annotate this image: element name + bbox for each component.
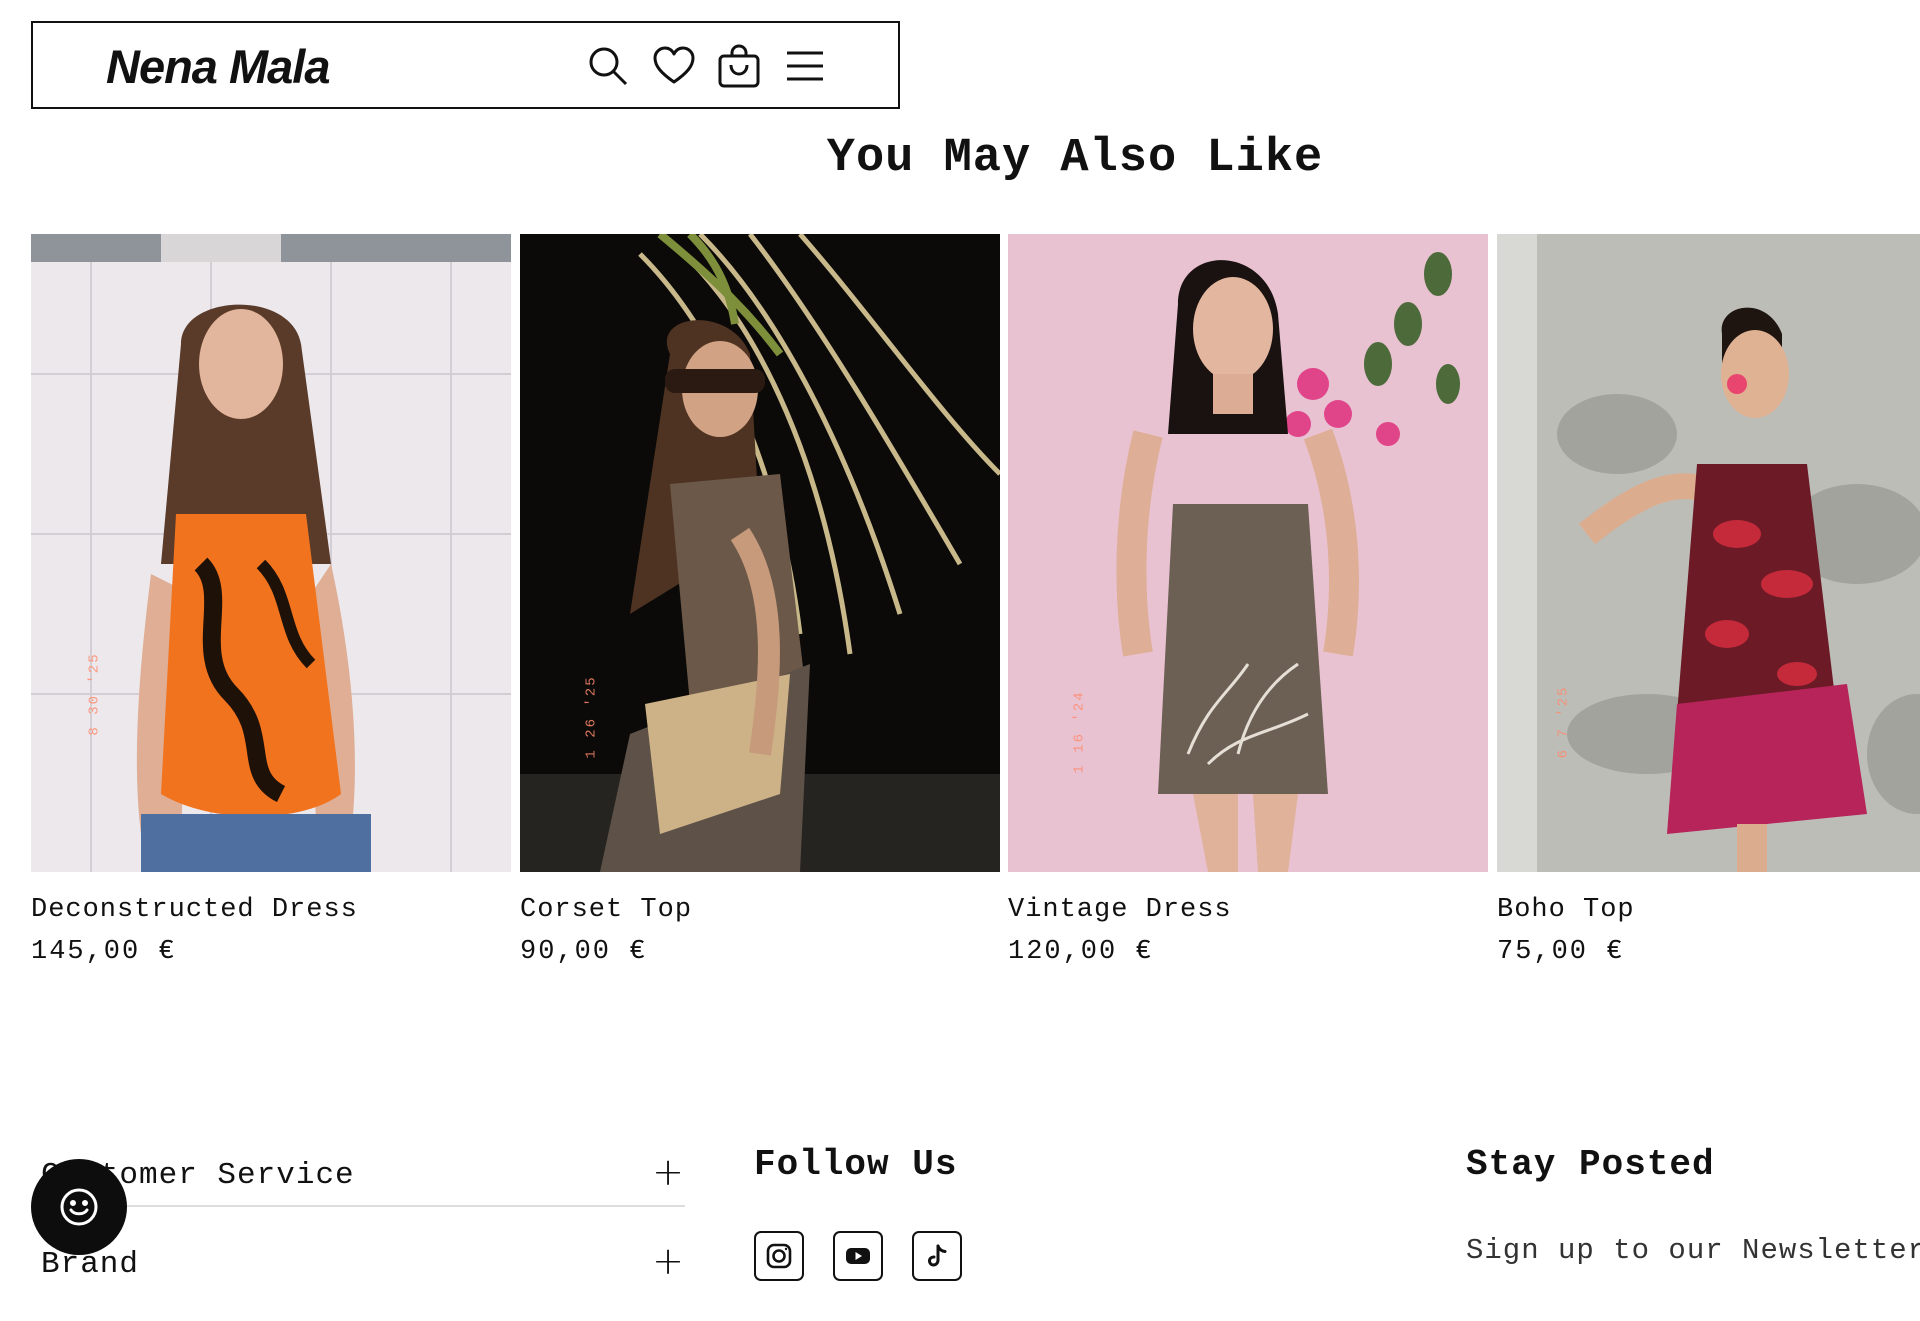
product-price: 75,00 € [1497,937,1625,968]
photo-date-stamp: 6 7 '25 [1555,685,1572,759]
photo-date-stamp: 1 26 '25 [583,675,600,759]
plus-icon[interactable]: + [652,1150,685,1194]
heart-icon[interactable] [651,43,697,89]
product-card[interactable]: 8 30 '25 Deconstructed Dress 145,00 € [31,234,511,969]
instagram-icon[interactable] [754,1231,804,1281]
plus-icon[interactable]: + [652,1239,685,1283]
product-image[interactable]: 6 7 '25 [1497,234,1920,872]
accordion-divider [31,1205,685,1207]
product-name[interactable]: Vintage Dress [1008,894,1488,926]
accordion-brand[interactable]: Brand + [31,1233,685,1321]
newsletter-text: Sign up to our Newsletter [1466,1234,1920,1267]
shopping-bag-icon[interactable] [716,43,762,89]
product-name[interactable]: Corset Top [520,894,1000,926]
tiktok-icon[interactable] [912,1231,962,1281]
product-name[interactable]: Boho Top [1497,894,1920,926]
chat-button[interactable] [31,1159,127,1255]
search-icon[interactable] [585,43,631,89]
product-price: 120,00 € [1008,937,1154,968]
product-price: 145,00 € [31,937,177,968]
product-image[interactable]: 1 26 '25 [520,234,1000,872]
product-price: 90,00 € [520,937,648,968]
section-title: You May Also Like [826,132,1324,185]
follow-us-heading: Follow Us [754,1144,958,1185]
photo-date-stamp: 8 30 '25 [86,652,103,736]
product-card[interactable]: 1 26 '25 Corset Top 90,00 € [520,234,1000,969]
product-image[interactable]: 1 16 '24 [1008,234,1488,872]
stay-posted-heading: Stay Posted [1466,1144,1715,1185]
menu-icon[interactable] [782,43,828,89]
youtube-icon[interactable] [833,1231,883,1281]
accordion-customer-service[interactable]: Customer Service + [31,1144,685,1232]
site-header: Nena Mala [31,21,900,109]
product-image[interactable]: 8 30 '25 [31,234,511,872]
smiley-icon [60,1188,98,1226]
product-card[interactable]: 6 7 '25 Boho Top 75,00 € [1497,234,1920,969]
product-card[interactable]: 1 16 '24 Vintage Dress 120,00 € [1008,234,1488,969]
product-name[interactable]: Deconstructed Dress [31,894,511,926]
brand-logo[interactable]: Nena Mala [106,39,330,94]
photo-date-stamp: 1 16 '24 [1071,690,1088,774]
